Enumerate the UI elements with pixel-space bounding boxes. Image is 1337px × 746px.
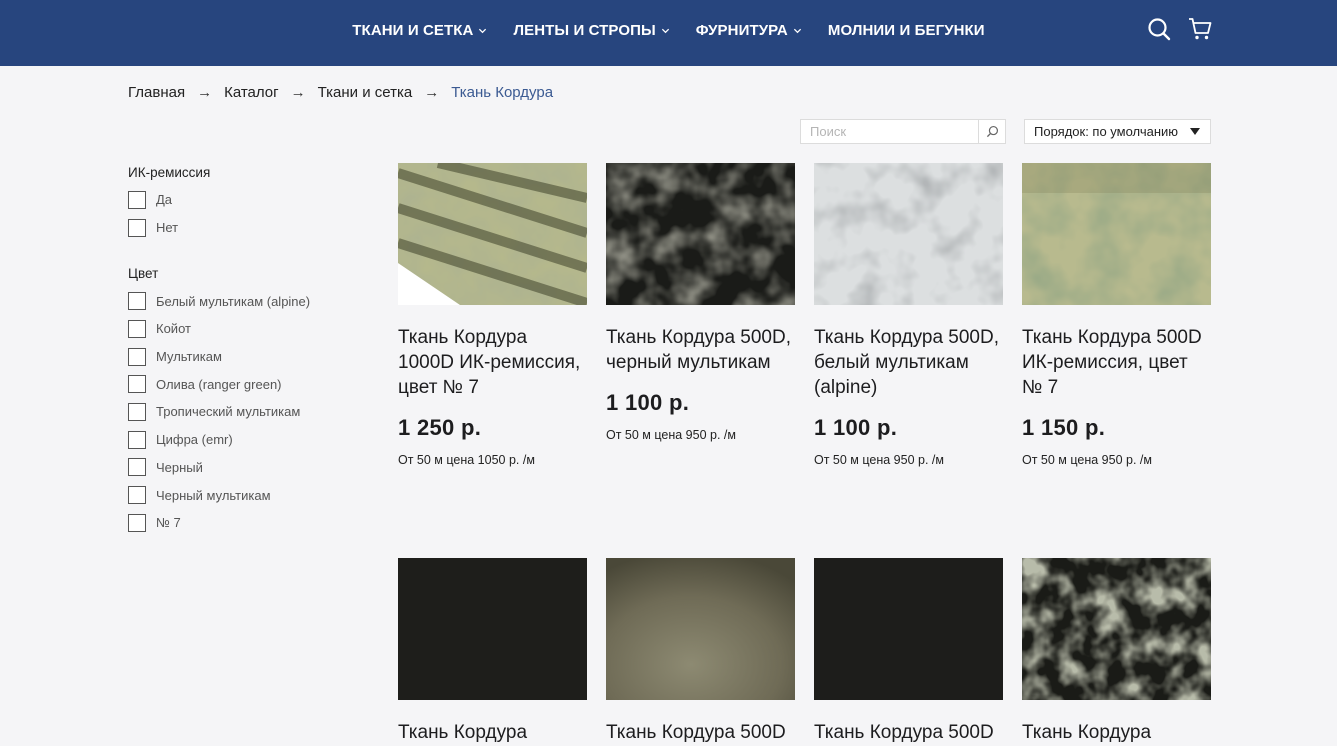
product-title[interactable]: Ткань Кордура 500D xyxy=(606,720,795,745)
product-image[interactable] xyxy=(1022,558,1211,700)
filter-option[interactable]: Да xyxy=(128,186,348,214)
product-image[interactable] xyxy=(1022,163,1211,305)
main-nav: ТКАНИ И СЕТКА ЛЕНТЫ И СТРОПЫ ФУРНИТУРА М… xyxy=(0,0,1337,60)
chevron-down-icon xyxy=(661,26,670,35)
product-price: 1 150 р. xyxy=(1022,415,1106,440)
product-card[interactable]: Ткань Кордура xyxy=(1022,558,1211,745)
checkbox[interactable] xyxy=(128,430,146,449)
product-title[interactable]: Ткань Кордура 500D xyxy=(814,720,1003,745)
checkbox[interactable] xyxy=(128,292,146,311)
product-image[interactable] xyxy=(606,163,795,305)
breadcrumb-catalog[interactable]: Каталог xyxy=(224,84,279,101)
breadcrumb-separator: → xyxy=(424,83,440,101)
product-price: 1 100 р. xyxy=(606,390,690,415)
product-title[interactable]: Ткань Кордура xyxy=(1022,720,1211,745)
filter-option[interactable]: Тропический мультикам xyxy=(128,398,348,426)
product-bulk-note: От 50 м цена 950 р. /м xyxy=(814,453,944,467)
filter-option-label: Мультикам xyxy=(156,349,222,365)
filter-sidebar: ИК-ремиссия Да Нет Цвет Белый мультикам … xyxy=(128,160,348,537)
nav-item-hardware[interactable]: ФУРНИТУРА xyxy=(696,22,802,39)
breadcrumb: Главная → Каталог → Ткани и сетка → Ткан… xyxy=(128,82,553,102)
breadcrumb-home[interactable]: Главная xyxy=(128,84,185,101)
product-price: 1 100 р. xyxy=(814,415,898,440)
caret-down-icon xyxy=(1190,128,1200,135)
product-card[interactable]: Ткань Кордура 500D, белый мультикам (alp… xyxy=(814,163,1003,467)
filter-option-label: Черный xyxy=(156,459,203,475)
filter-option[interactable]: № 7 xyxy=(128,509,348,537)
filter-option[interactable]: Койот xyxy=(128,315,348,343)
filter-option[interactable]: Черный xyxy=(128,454,348,482)
product-price: 1 250 р. xyxy=(398,415,482,440)
product-title[interactable]: Ткань Кордура 500D, белый мультикам (alp… xyxy=(814,325,1003,400)
checkbox[interactable] xyxy=(128,402,146,421)
breadcrumb-separator: → xyxy=(197,83,213,101)
checkbox[interactable] xyxy=(128,218,146,237)
chevron-down-icon xyxy=(478,26,487,35)
filter-option[interactable]: Олива (ranger green) xyxy=(128,370,348,398)
filter-option[interactable]: Нет xyxy=(128,214,348,242)
filter-option[interactable]: Черный мультикам xyxy=(128,481,348,509)
product-image[interactable] xyxy=(814,163,1003,305)
filter-option-label: Нет xyxy=(156,220,179,236)
filter-option[interactable]: Белый мультикам (alpine) xyxy=(128,287,348,315)
search-icon xyxy=(986,125,998,138)
product-card[interactable]: Ткань Кордура 1000D ИК-ремиссия, цвет № … xyxy=(398,163,587,467)
nav-item-label: ТКАНИ И СЕТКА xyxy=(352,21,474,39)
filter-option-label: Койот xyxy=(156,321,191,337)
checkbox[interactable] xyxy=(128,486,146,505)
catalog-search xyxy=(800,119,1006,144)
product-card[interactable]: Ткань Кордура xyxy=(398,558,587,745)
product-bulk-note: От 50 м цена 950 р. /м xyxy=(1022,453,1152,467)
filter-title-ir: ИК-ремиссия xyxy=(128,165,211,180)
product-title[interactable]: Ткань Кордура 500D, черный мультикам xyxy=(606,325,795,375)
nav-item-label: ЛЕНТЫ И СТРОПЫ xyxy=(513,21,656,39)
product-title[interactable]: Ткань Кордура xyxy=(398,720,587,745)
product-image[interactable] xyxy=(398,558,587,700)
product-bulk-note: От 50 м цена 950 р. /м xyxy=(606,428,736,442)
nav-item-tapes[interactable]: ЛЕНТЫ И СТРОПЫ xyxy=(513,22,669,39)
product-title[interactable]: Ткань Кордура 1000D ИК-ремиссия, цвет № … xyxy=(398,325,587,400)
product-image[interactable] xyxy=(606,558,795,700)
checkbox[interactable] xyxy=(128,347,146,366)
nav-item-label: ФУРНИТУРА xyxy=(695,21,788,39)
checkbox[interactable] xyxy=(128,375,146,394)
filter-option-label: Цифра (emr) xyxy=(156,432,233,448)
sort-select[interactable]: Порядок: по умолчанию xyxy=(1024,119,1211,144)
filter-option-label: Олива (ranger green) xyxy=(156,376,282,392)
nav-item-label: МОЛНИИ И БЕГУНКИ xyxy=(827,21,985,39)
product-card[interactable]: Ткань Кордура 500D ИК-ремиссия, цвет № 7… xyxy=(1022,163,1211,467)
product-image[interactable] xyxy=(398,163,587,305)
filter-option-label: Черный мультикам xyxy=(156,487,271,503)
checkbox[interactable] xyxy=(128,513,146,532)
breadcrumb-separator: → xyxy=(290,83,306,101)
nav-item-zippers[interactable]: МОЛНИИ И БЕГУНКИ xyxy=(828,22,985,39)
chevron-down-icon xyxy=(793,26,802,35)
search-input[interactable] xyxy=(801,120,978,143)
sort-label: Порядок: по умолчанию xyxy=(1034,124,1179,139)
checkbox[interactable] xyxy=(128,319,146,338)
site-header: ТКАНИ И СЕТКА ЛЕНТЫ И СТРОПЫ ФУРНИТУРА М… xyxy=(0,0,1337,66)
filter-option-label: Тропический мультикам xyxy=(156,404,301,420)
product-card[interactable]: Ткань Кордура 500D xyxy=(606,558,795,745)
product-image[interactable] xyxy=(814,558,1003,700)
product-title[interactable]: Ткань Кордура 500D ИК-ремиссия, цвет № 7 xyxy=(1022,325,1211,400)
checkbox[interactable] xyxy=(128,190,146,209)
cart-icon[interactable] xyxy=(1187,16,1213,42)
filter-title-color: Цвет xyxy=(128,266,159,282)
filter-option-label: № 7 xyxy=(156,515,181,531)
breadcrumb-current: Ткань Кордура xyxy=(451,83,554,101)
filter-option-label: Да xyxy=(156,192,173,208)
filter-option[interactable]: Цифра (emr) xyxy=(128,426,348,454)
product-card[interactable]: Ткань Кордура 500D xyxy=(814,558,1003,745)
nav-item-fabrics[interactable]: ТКАНИ И СЕТКА xyxy=(352,22,487,39)
product-bulk-note: От 50 м цена 1050 р. /м xyxy=(398,453,535,467)
filter-option-label: Белый мультикам (alpine) xyxy=(156,293,311,309)
search-button[interactable] xyxy=(978,120,1005,143)
breadcrumb-fabrics[interactable]: Ткани и сетка xyxy=(318,84,413,101)
search-icon[interactable] xyxy=(1146,16,1172,42)
checkbox[interactable] xyxy=(128,458,146,477)
filter-option[interactable]: Мультикам xyxy=(128,343,348,371)
product-card[interactable]: Ткань Кордура 500D, черный мультикам 1 1… xyxy=(606,163,795,442)
